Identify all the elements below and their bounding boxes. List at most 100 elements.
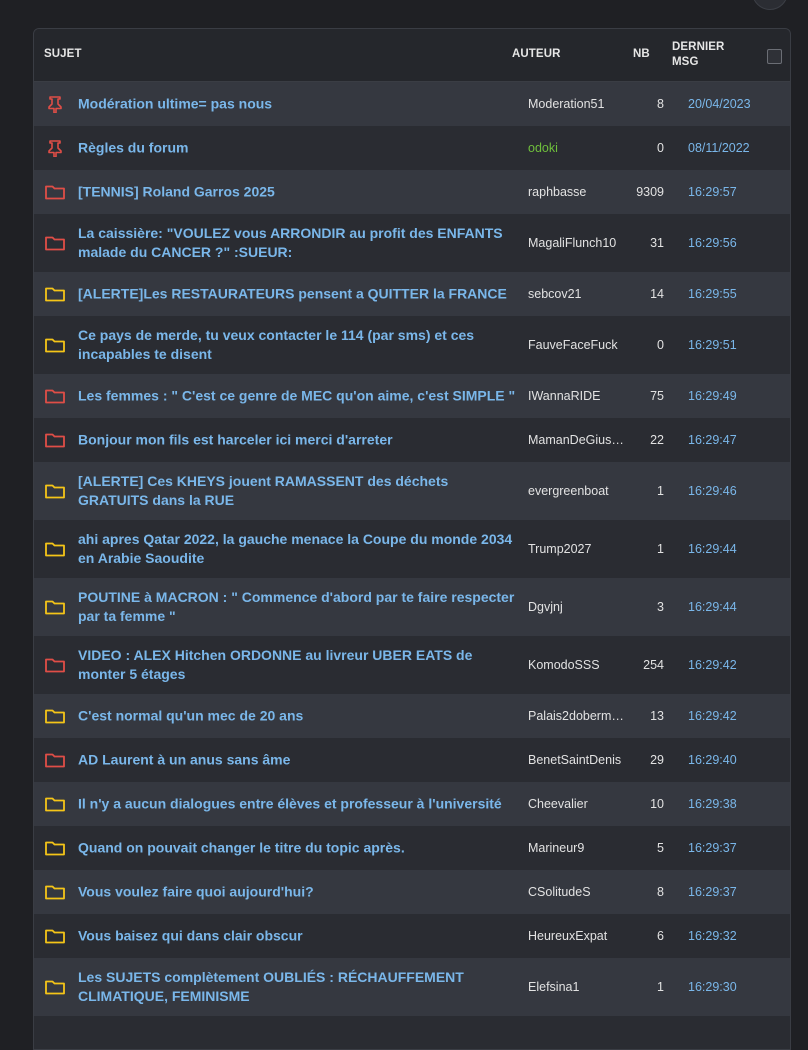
topic-reply-count: 0 [657, 338, 664, 352]
table-row[interactable]: Quand on pouvait changer le titre du top… [34, 826, 790, 870]
table-row[interactable]: Vous voulez faire quoi aujourd'hui? CSoli… [34, 870, 790, 914]
header-author[interactable]: AUTEUR [512, 48, 561, 60]
select-all-checkbox[interactable] [767, 49, 782, 64]
table-row[interactable]: Les SUJETS complètement OUBLIÉS : RÉCHAU… [34, 958, 790, 1016]
topic-title-link[interactable]: [ALERTE]Les RESTAURATEURS pensent a QUIT… [78, 285, 518, 304]
topic-last-message-link[interactable]: 20/04/2023 [688, 97, 751, 111]
topic-last-message-link[interactable]: 16:29:44 [688, 542, 737, 556]
folder-icon [44, 707, 66, 725]
topic-title-link[interactable]: POUTINE à MACRON : " Commence d'abord pa… [78, 588, 518, 626]
topic-author-link[interactable]: KomodoSSS [528, 658, 626, 672]
topic-title-link[interactable]: Bonjour mon fils est harceler ici merci … [78, 431, 518, 450]
folder-icon [44, 387, 66, 405]
folder-icon [44, 598, 66, 616]
topic-last-message-link[interactable]: 16:29:56 [688, 236, 737, 250]
topic-last-message-link[interactable]: 16:29:42 [688, 658, 737, 672]
table-row[interactable]: C'est normal qu'un mec de 20 ans Palais2d… [34, 694, 790, 738]
topic-title-link[interactable]: Il n'y a aucun dialogues entre élèves et… [78, 795, 518, 814]
topic-last-message-link[interactable]: 16:29:37 [688, 841, 737, 855]
topic-title-link[interactable]: Vous voulez faire quoi aujourd'hui? [78, 883, 518, 902]
topic-author-link[interactable]: MamanDeGiuseppe [528, 433, 626, 447]
topic-title-link[interactable]: [ALERTE] Ces KHEYS jouent RAMASSENT des … [78, 472, 518, 510]
topic-author-link[interactable]: Moderation51 [528, 97, 626, 111]
topic-reply-count: 8 [657, 885, 664, 899]
topic-author-link[interactable]: Cheevalier [528, 797, 626, 811]
topic-last-message-link[interactable]: 16:29:32 [688, 929, 737, 943]
table-row[interactable]: Il n'y a aucun dialogues entre élèves et… [34, 782, 790, 826]
topic-last-message-link[interactable]: 16:29:47 [688, 433, 737, 447]
topic-author-link[interactable]: Elefsina1 [528, 980, 626, 994]
topic-last-message-link[interactable]: 16:29:51 [688, 338, 737, 352]
topic-reply-count: 1 [657, 484, 664, 498]
topic-last-message-link[interactable]: 16:29:40 [688, 753, 737, 767]
topic-title-link[interactable]: Modération ultime= pas nous [78, 95, 518, 114]
table-row[interactable]: VIDEO : ALEX Hitchen ORDONNE au livreur … [34, 636, 790, 694]
table-row[interactable]: [ALERTE] Ces KHEYS jouent RAMASSENT des … [34, 462, 790, 520]
topic-reply-count: 6 [657, 929, 664, 943]
topic-title-link[interactable]: VIDEO : ALEX Hitchen ORDONNE au livreur … [78, 646, 518, 684]
table-row[interactable]: Règles du forum odoki 0 08/11/2022 [34, 126, 790, 170]
pin-icon [44, 95, 66, 114]
topic-author-link[interactable]: HeureuxExpat [528, 929, 626, 943]
topic-title-link[interactable]: AD Laurent à un anus sans âme [78, 751, 518, 770]
topic-last-message-link[interactable]: 16:29:42 [688, 709, 737, 723]
topic-author-link[interactable]: Trump2027 [528, 542, 626, 556]
topic-title-link[interactable]: Les femmes : " C'est ce genre de MEC qu'… [78, 387, 518, 406]
folder-icon [44, 795, 66, 813]
topic-last-message-link[interactable]: 16:29:49 [688, 389, 737, 403]
table-row[interactable]: Ce pays de merde, tu veux contacter le 1… [34, 316, 790, 374]
topic-author-link[interactable]: Dgvjnj [528, 600, 626, 614]
corner-round-button[interactable] [752, 0, 788, 10]
table-row[interactable]: Les femmes : " C'est ce genre de MEC qu'… [34, 374, 790, 418]
folder-icon [44, 978, 66, 996]
header-subject[interactable]: SUJET [44, 48, 82, 60]
topic-title-link[interactable]: Vous baisez qui dans clair obscur [78, 927, 518, 946]
topic-author-link[interactable]: Marineur9 [528, 841, 626, 855]
topic-last-message-link[interactable]: 16:29:55 [688, 287, 737, 301]
topic-last-message-link[interactable]: 16:29:30 [688, 980, 737, 994]
topic-author-link[interactable]: evergreenboat [528, 484, 626, 498]
header-last-message[interactable]: DERNIER MSG [672, 40, 742, 70]
topic-reply-count: 13 [650, 709, 664, 723]
topic-last-message-link[interactable]: 16:29:37 [688, 885, 737, 899]
topic-reply-count: 0 [657, 141, 664, 155]
table-row[interactable]: [ALERTE]Les RESTAURATEURS pensent a QUIT… [34, 272, 790, 316]
topic-reply-count: 29 [650, 753, 664, 767]
topic-title-link[interactable]: ahi apres Qatar 2022, la gauche menace l… [78, 530, 518, 568]
topic-last-message-link[interactable]: 16:29:57 [688, 185, 737, 199]
topic-last-message-link[interactable]: 08/11/2022 [688, 141, 750, 155]
topic-author-link[interactable]: raphbasse [528, 185, 626, 199]
topic-author-link[interactable]: MagaliFlunch10 [528, 236, 626, 250]
topic-author-link[interactable]: BenetSaintDenis [528, 753, 626, 767]
table-row[interactable]: POUTINE à MACRON : " Commence d'abord pa… [34, 578, 790, 636]
topic-title-link[interactable]: C'est normal qu'un mec de 20 ans [78, 707, 518, 726]
topic-author-link[interactable]: CSolitudeS [528, 885, 626, 899]
folder-icon [44, 927, 66, 945]
topic-title-link[interactable]: [TENNIS] Roland Garros 2025 [78, 183, 518, 202]
topic-last-message-link[interactable]: 16:29:46 [688, 484, 737, 498]
topic-reply-count: 8 [657, 97, 664, 111]
topic-author-link[interactable]: sebcov21 [528, 287, 626, 301]
topic-author-link[interactable]: IWannaRIDE [528, 389, 626, 403]
table-row[interactable]: La caissière: "VOULEZ vous ARRONDIR au p… [34, 214, 790, 272]
topic-title-link[interactable]: Ce pays de merde, tu veux contacter le 1… [78, 326, 518, 364]
header-count[interactable]: NB [633, 48, 650, 60]
topic-author-link[interactable]: FauveFaceFuck [528, 338, 626, 352]
topic-title-link[interactable]: Règles du forum [78, 139, 518, 158]
topic-title-link[interactable]: La caissière: "VOULEZ vous ARRONDIR au p… [78, 224, 518, 262]
topic-author-link[interactable]: odoki [528, 141, 626, 155]
table-row[interactable]: Vous baisez qui dans clair obscur Heureux… [34, 914, 790, 958]
topic-table: SUJET AUTEUR NB DERNIER MSG Modération u… [33, 28, 791, 1050]
folder-icon [44, 431, 66, 449]
topic-title-link[interactable]: Les SUJETS complètement OUBLIÉS : RÉCHAU… [78, 968, 518, 1006]
table-row[interactable]: [TENNIS] Roland Garros 2025 raphbasse 9309… [34, 170, 790, 214]
table-row[interactable]: ahi apres Qatar 2022, la gauche menace l… [34, 520, 790, 578]
table-row[interactable]: AD Laurent à un anus sans âme BenetSaintD… [34, 738, 790, 782]
table-row[interactable]: Modération ultime= pas nous Moderation51 8… [34, 82, 790, 126]
topic-last-message-link[interactable]: 16:29:38 [688, 797, 737, 811]
folder-icon [44, 656, 66, 674]
table-row[interactable]: Bonjour mon fils est harceler ici merci … [34, 418, 790, 462]
topic-author-link[interactable]: Palais2dobermann [528, 709, 626, 723]
topic-last-message-link[interactable]: 16:29:44 [688, 600, 737, 614]
topic-title-link[interactable]: Quand on pouvait changer le titre du top… [78, 839, 518, 858]
